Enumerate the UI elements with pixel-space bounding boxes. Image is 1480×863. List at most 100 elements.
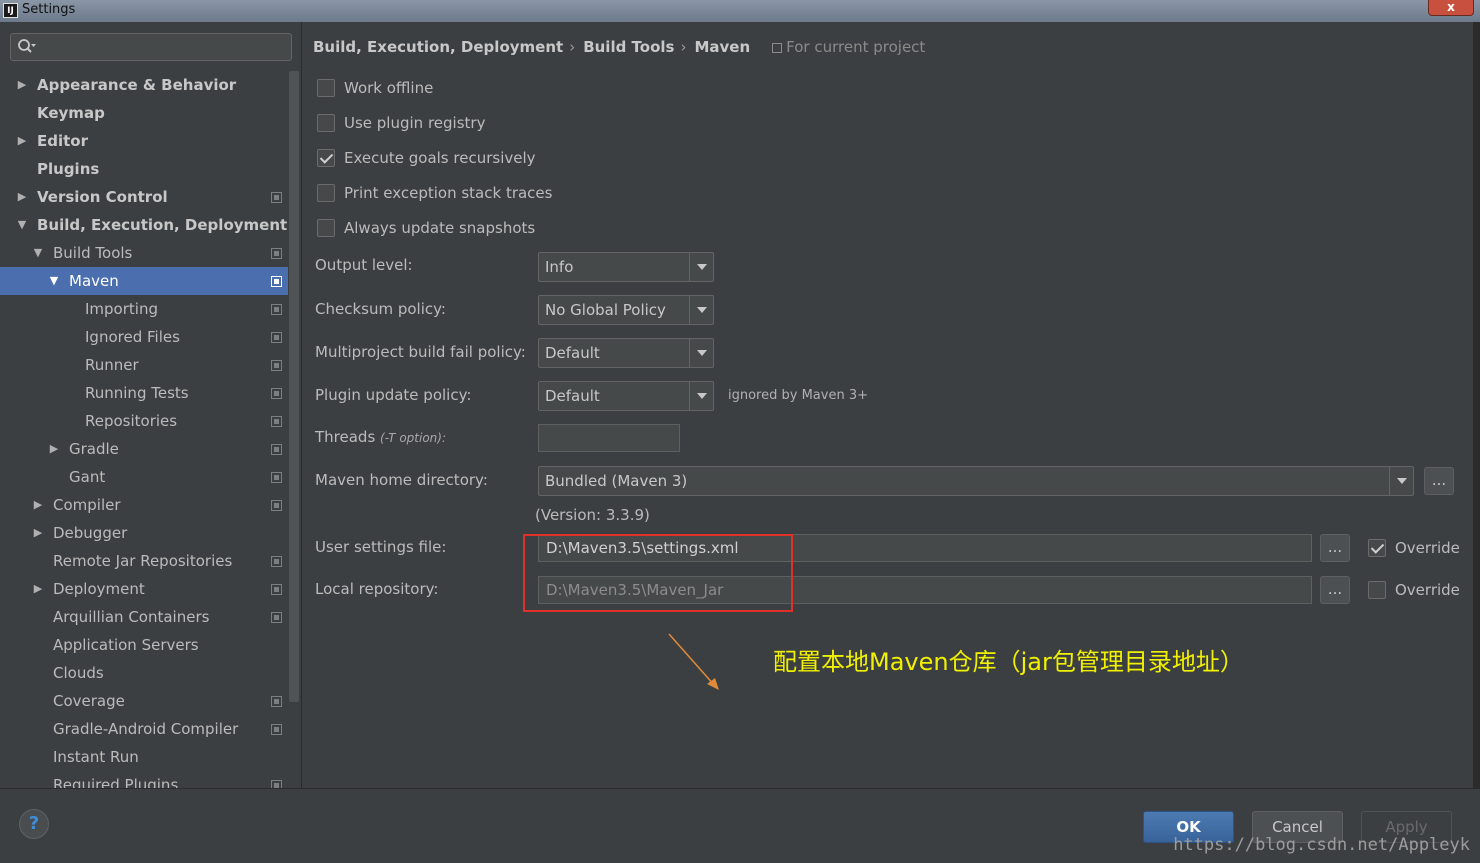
project-scope-icon bbox=[271, 304, 282, 315]
maven-home-value: Bundled (Maven 3) bbox=[545, 472, 688, 490]
local-repository-override-checkbox[interactable] bbox=[1368, 581, 1386, 599]
work-offline-checkbox[interactable] bbox=[317, 79, 335, 97]
tree-item[interactable]: ▼ Maven bbox=[0, 267, 288, 295]
maven-version-text: (Version: 3.3.9) bbox=[535, 506, 650, 524]
tree-item[interactable]: Gant bbox=[0, 463, 288, 491]
plugin-update-policy-value: Default bbox=[545, 387, 600, 405]
project-scope-icon bbox=[271, 444, 282, 455]
tree-item[interactable]: Ignored Files bbox=[0, 323, 288, 351]
tree-item-label: Plugins bbox=[37, 160, 100, 178]
maven-home-browse-button[interactable]: ... bbox=[1424, 467, 1454, 495]
tree-item[interactable]: Runner bbox=[0, 351, 288, 379]
tree-item-label: Gradle-Android Compiler bbox=[53, 720, 239, 738]
threads-input[interactable] bbox=[538, 424, 680, 452]
chevron-down-icon[interactable] bbox=[1389, 467, 1413, 495]
breadcrumb-item: Build Tools bbox=[583, 38, 675, 56]
chevron-down-icon[interactable] bbox=[689, 382, 713, 410]
chevron-down-icon[interactable] bbox=[689, 339, 713, 367]
tree-item-label: Clouds bbox=[53, 664, 104, 682]
project-scope-icon bbox=[271, 584, 282, 595]
tree-item-label: Debugger bbox=[53, 524, 128, 542]
window-title: Settings bbox=[22, 2, 76, 17]
use-plugin-registry-checkbox[interactable] bbox=[317, 114, 335, 132]
project-scope-icon bbox=[271, 388, 282, 399]
collapsed-arrow-icon[interactable]: ▶ bbox=[32, 491, 44, 519]
tree-item[interactable]: Repositories bbox=[0, 407, 288, 435]
tree-item[interactable]: Importing bbox=[0, 295, 288, 323]
checkbox-label: Print exception stack traces bbox=[344, 184, 553, 202]
local-repository-label: Local repository: bbox=[315, 580, 439, 598]
output-level-value: Info bbox=[545, 258, 574, 276]
user-settings-override-checkbox[interactable] bbox=[1368, 539, 1386, 557]
window-close-button[interactable]: x bbox=[1428, 0, 1474, 16]
help-button[interactable]: ? bbox=[19, 809, 49, 839]
tree-item-label: Gant bbox=[69, 468, 106, 486]
tree-item[interactable]: Application Servers bbox=[0, 631, 288, 659]
project-scope-icon bbox=[271, 192, 282, 203]
tree-item[interactable]: ▶ Deployment bbox=[0, 575, 288, 603]
chevron-down-icon[interactable] bbox=[689, 253, 713, 281]
expanded-arrow-icon[interactable]: ▼ bbox=[32, 239, 44, 267]
threads-label-text: Threads bbox=[315, 428, 376, 446]
local-repository-browse-button[interactable]: ... bbox=[1320, 576, 1350, 604]
checkbox-label: Work offline bbox=[344, 79, 434, 97]
sidebar-scrollbar[interactable] bbox=[289, 71, 299, 702]
collapsed-arrow-icon[interactable]: ▶ bbox=[16, 71, 28, 99]
tree-item[interactable]: Arquillian Containers bbox=[0, 603, 288, 631]
tree-item[interactable]: ▶ Compiler bbox=[0, 491, 288, 519]
print-exception-stack-traces-checkbox[interactable] bbox=[317, 184, 335, 202]
tree-item[interactable]: Required Plugins bbox=[0, 771, 288, 788]
collapsed-arrow-icon[interactable]: ▶ bbox=[48, 435, 60, 463]
annotation-text: 配置本地Maven仓库（jar包管理目录地址） bbox=[773, 648, 1244, 676]
expanded-arrow-icon[interactable]: ▼ bbox=[48, 267, 60, 295]
tree-item-label: Ignored Files bbox=[85, 328, 180, 346]
plugin-update-policy-label: Plugin update policy: bbox=[315, 386, 472, 404]
tree-item[interactable]: ▶ Appearance & Behavior bbox=[0, 71, 288, 99]
threads-option-hint: (-T option): bbox=[380, 431, 446, 445]
tree-item[interactable]: ▼ Build, Execution, Deployment bbox=[0, 211, 288, 239]
tree-item-label: Build, Execution, Deployment bbox=[37, 216, 288, 234]
settings-search-input[interactable] bbox=[10, 33, 292, 61]
tree-item-label: Remote Jar Repositories bbox=[53, 552, 233, 570]
maven-home-select[interactable]: Bundled (Maven 3) bbox=[538, 466, 1414, 496]
tree-item-label: Appearance & Behavior bbox=[37, 76, 237, 94]
settings-sidebar: ▶ Appearance & Behavior Keymap ▶ Editor Plugi… bbox=[0, 22, 302, 788]
tree-item[interactable]: ▶ Version Control bbox=[0, 183, 288, 211]
tree-item[interactable]: Instant Run bbox=[0, 743, 288, 771]
tree-item[interactable]: Clouds bbox=[0, 659, 288, 687]
settings-tree: ▶ Appearance & Behavior Keymap ▶ Editor Plugi… bbox=[0, 71, 288, 788]
tree-item[interactable]: Plugins bbox=[0, 155, 288, 183]
checkbox-label: Execute goals recursively bbox=[344, 149, 536, 167]
tree-item[interactable]: Keymap bbox=[0, 99, 288, 127]
tree-item[interactable]: ▶ Editor bbox=[0, 127, 288, 155]
project-scope-icon bbox=[271, 416, 282, 427]
collapsed-arrow-icon[interactable]: ▶ bbox=[32, 575, 44, 603]
tree-item[interactable]: ▶ Debugger bbox=[0, 519, 288, 547]
breadcrumb: Build, Execution, Deployment › Build Tools… bbox=[313, 38, 931, 60]
breadcrumb-separator: › bbox=[569, 38, 576, 56]
execute-goals-recursively-checkbox[interactable] bbox=[317, 149, 335, 167]
tree-item[interactable]: Gradle-Android Compiler bbox=[0, 715, 288, 743]
tree-item[interactable]: Running Tests bbox=[0, 379, 288, 407]
multiproject-fail-policy-select[interactable]: Default bbox=[538, 338, 714, 368]
tree-item-label: Build Tools bbox=[53, 244, 133, 262]
collapsed-arrow-icon[interactable]: ▶ bbox=[16, 183, 28, 211]
output-level-select[interactable]: Info bbox=[538, 252, 714, 282]
breadcrumb-separator: › bbox=[680, 38, 687, 56]
tree-item[interactable]: ▼ Build Tools bbox=[0, 239, 288, 267]
collapsed-arrow-icon[interactable]: ▶ bbox=[16, 127, 28, 155]
expanded-arrow-icon[interactable]: ▼ bbox=[16, 211, 28, 239]
maven-settings-panel: Build, Execution, Deployment › Build Tools… bbox=[303, 22, 1480, 788]
tree-item[interactable]: Remote Jar Repositories bbox=[0, 547, 288, 575]
tree-item[interactable]: Coverage bbox=[0, 687, 288, 715]
tree-item-label: Repositories bbox=[85, 412, 178, 430]
collapsed-arrow-icon[interactable]: ▶ bbox=[32, 519, 44, 547]
plugin-update-policy-select[interactable]: Default bbox=[538, 381, 714, 411]
checksum-policy-select[interactable]: No Global Policy bbox=[538, 295, 714, 325]
chevron-down-icon[interactable] bbox=[689, 296, 713, 324]
always-update-snapshots-checkbox[interactable] bbox=[317, 219, 335, 237]
tree-item-label: Keymap bbox=[37, 104, 105, 122]
tree-item[interactable]: ▶ Gradle bbox=[0, 435, 288, 463]
tree-item-label: Editor bbox=[37, 132, 88, 150]
user-settings-browse-button[interactable]: ... bbox=[1320, 534, 1350, 562]
